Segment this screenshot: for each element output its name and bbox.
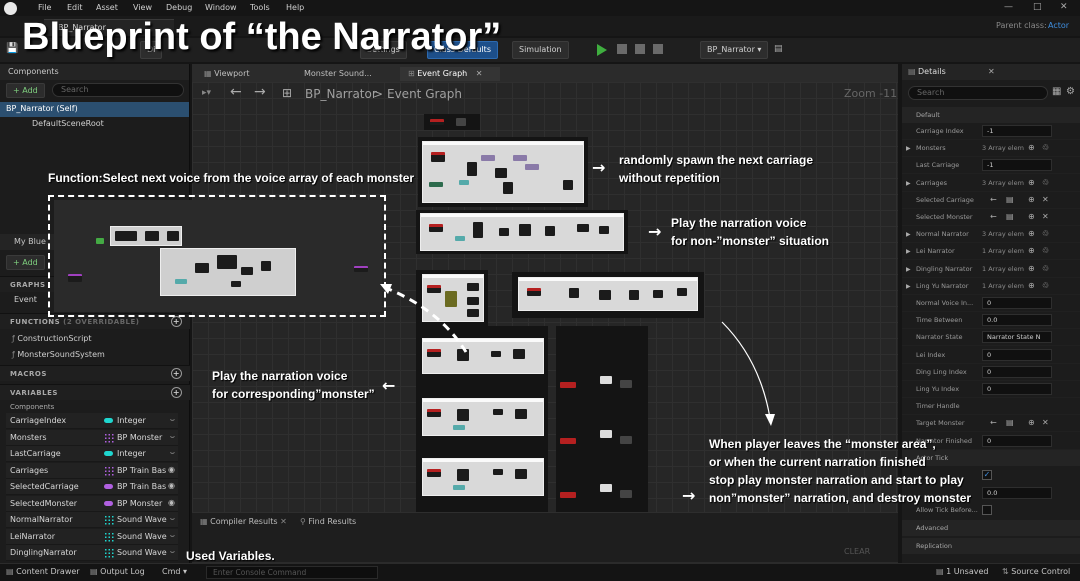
curve-arrow-head: [765, 414, 775, 426]
dashed-arrow-path: [385, 286, 468, 353]
curve-arrow-path: [721, 321, 771, 419]
annotation-arrows: [380, 284, 775, 426]
